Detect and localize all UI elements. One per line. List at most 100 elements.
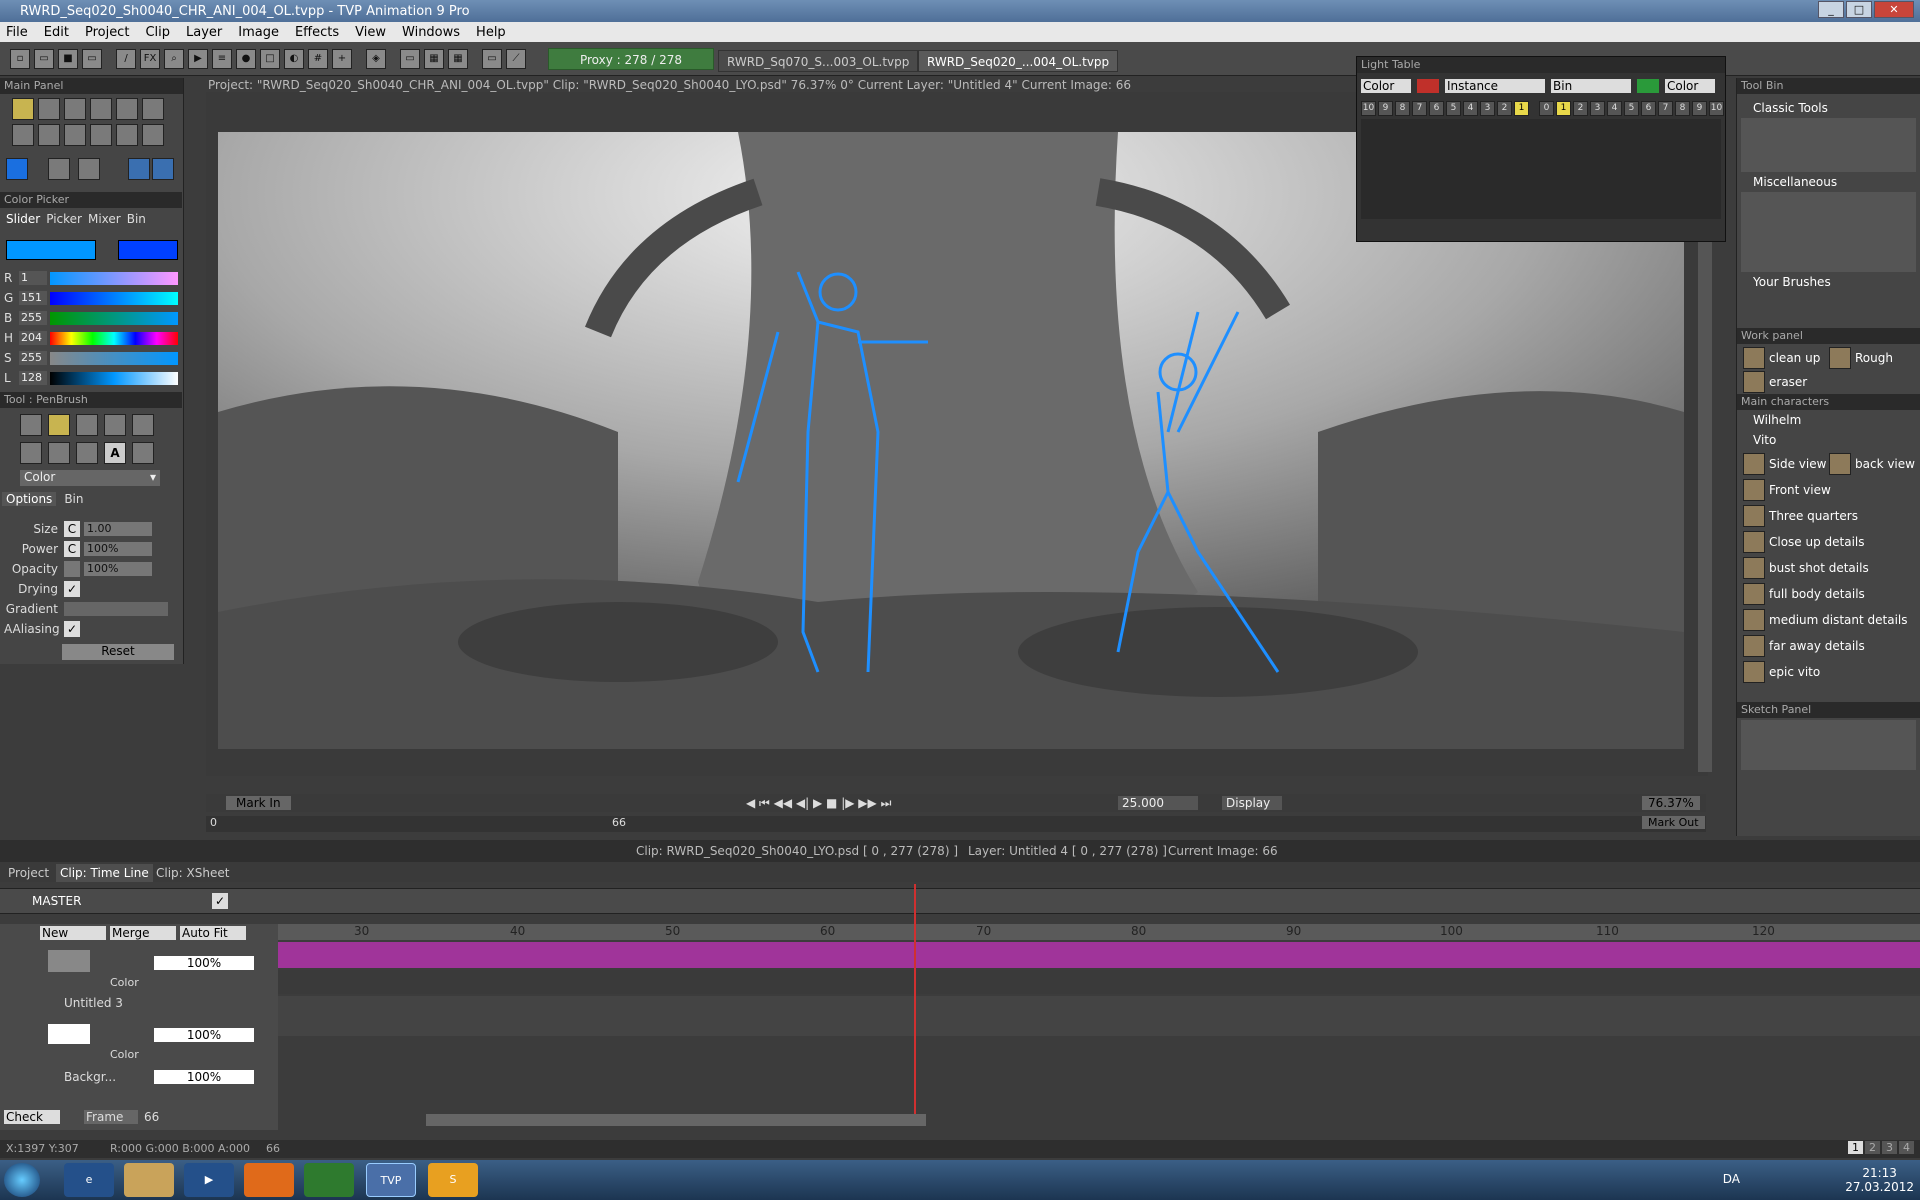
- slider-r[interactable]: R1: [4, 270, 178, 286]
- light-icon[interactable]: ◐: [284, 49, 304, 69]
- slider-s[interactable]: S 255: [4, 350, 178, 366]
- tab-document-2[interactable]: RWRD_Seq020_...004_OL.tvpp: [918, 50, 1119, 72]
- your-brushes-grid[interactable]: [1741, 292, 1916, 322]
- redo-icon[interactable]: [152, 158, 174, 180]
- zoom-value[interactable]: 76.37%: [1642, 796, 1700, 810]
- layer-track-3[interactable]: [278, 996, 1920, 1036]
- warp-icon[interactable]: [142, 124, 164, 146]
- tab-clip-timeline[interactable]: Clip: Time Line: [56, 864, 153, 882]
- tab-tool-bin[interactable]: Bin: [60, 492, 87, 506]
- view-quad-icon[interactable]: ▦: [448, 49, 468, 69]
- folder-icon[interactable]: ▭: [82, 49, 102, 69]
- grid-select-icon[interactable]: [38, 124, 60, 146]
- playback-controls[interactable]: ◀ ⏮ ◀◀ ◀| ▶ ■ |▶ ▶▶ ⏭: [746, 796, 891, 811]
- language-indicator[interactable]: DA: [1723, 1172, 1740, 1186]
- char-item-three-quarters[interactable]: Three quarters: [1743, 504, 1858, 528]
- work-item-clean-up[interactable]: clean up: [1743, 346, 1820, 370]
- work-item-rough[interactable]: Rough: [1829, 346, 1893, 370]
- tab-document-1[interactable]: RWRD_Sq070_S...003_OL.tvpp: [718, 50, 919, 72]
- playhead[interactable]: [914, 884, 916, 1114]
- guides-icon[interactable]: +: [332, 49, 352, 69]
- menu-help[interactable]: Help: [476, 25, 506, 40]
- proxy-indicator[interactable]: Proxy : 278 / 278: [548, 48, 714, 70]
- light-table-red-swatch[interactable]: [1417, 79, 1439, 93]
- frame-icon[interactable]: □: [260, 49, 280, 69]
- l-value[interactable]: 128: [19, 371, 47, 385]
- r-value[interactable]: 1: [19, 271, 47, 285]
- group-vito[interactable]: Vito: [1737, 430, 1920, 450]
- mark-out-button[interactable]: Mark Out: [1642, 816, 1705, 829]
- size-input[interactable]: 1.00: [84, 522, 152, 536]
- char-item-full-body[interactable]: full body details: [1743, 582, 1865, 606]
- monitor-icon[interactable]: ▭: [482, 49, 502, 69]
- tab-picker[interactable]: Picker: [46, 212, 82, 226]
- autofit-select[interactable]: Auto Fit: [180, 926, 246, 940]
- oil-brush-icon[interactable]: [20, 442, 42, 464]
- menu-effects[interactable]: Effects: [295, 25, 339, 40]
- color-wheel-icon[interactable]: ●: [236, 49, 256, 69]
- g-value[interactable]: 151: [19, 291, 47, 305]
- power-input[interactable]: 100%: [84, 542, 152, 556]
- save-icon[interactable]: ■: [58, 49, 78, 69]
- menu-windows[interactable]: Windows: [402, 25, 460, 40]
- menu-file[interactable]: File: [6, 25, 28, 40]
- layer-track-1[interactable]: [278, 942, 1920, 968]
- menu-view[interactable]: View: [355, 25, 386, 40]
- firefox-icon[interactable]: [244, 1163, 294, 1197]
- s-value[interactable]: 255: [19, 351, 47, 365]
- group-wilhelm[interactable]: Wilhelm: [1737, 410, 1920, 430]
- work-item-eraser[interactable]: eraser: [1743, 370, 1807, 394]
- undo-icon[interactable]: [128, 158, 150, 180]
- skull-icon[interactable]: [78, 158, 100, 180]
- tvp-icon[interactable]: TVP: [366, 1163, 416, 1197]
- light-table-opacity-grid[interactable]: [1361, 119, 1721, 219]
- layer-name-3[interactable]: Backgr...: [64, 1070, 116, 1084]
- ellipse-tool-icon[interactable]: [90, 98, 112, 120]
- skype-icon[interactable]: S: [428, 1163, 478, 1197]
- stack-icon[interactable]: ◈: [366, 49, 386, 69]
- layer-thumbnail[interactable]: [48, 950, 90, 972]
- start-icon[interactable]: [4, 1163, 40, 1197]
- char-item-side-view[interactable]: Side view: [1743, 452, 1826, 476]
- play-icon[interactable]: ▶: [188, 49, 208, 69]
- master-checkbox[interactable]: ✓: [212, 893, 228, 909]
- grid-icon[interactable]: #: [308, 49, 328, 69]
- char-item-close-up[interactable]: Close up details: [1743, 530, 1865, 554]
- layer-name-2[interactable]: Untitled 3: [64, 996, 123, 1010]
- color-swatch-icon[interactable]: [6, 158, 28, 180]
- layer-thumbnail-2[interactable]: [48, 1024, 90, 1044]
- char-item-epic-vito[interactable]: epic vito: [1743, 660, 1820, 684]
- miscellaneous-grid[interactable]: [1741, 192, 1916, 272]
- penbrush-icon[interactable]: [48, 414, 70, 436]
- minimize-button[interactable]: _: [1818, 1, 1844, 18]
- tab-bin[interactable]: Bin: [127, 212, 146, 226]
- light-table-bin-select[interactable]: Bin: [1551, 79, 1631, 93]
- selection-icon[interactable]: [132, 442, 154, 464]
- search-icon[interactable]: ⌕: [164, 49, 184, 69]
- tab-options[interactable]: Options: [2, 492, 57, 506]
- mode-select[interactable]: Color ▾: [20, 470, 160, 486]
- fill-tool-icon[interactable]: [142, 98, 164, 120]
- ie-icon[interactable]: e: [64, 1163, 114, 1197]
- spotify-icon[interactable]: [304, 1163, 354, 1197]
- b-value[interactable]: 255: [19, 311, 47, 325]
- layer-track-2[interactable]: [278, 970, 1920, 994]
- layer-opacity-2[interactable]: 100%: [154, 1028, 254, 1042]
- tab-project[interactable]: Project: [4, 864, 53, 882]
- tab-mixer[interactable]: Mixer: [88, 212, 121, 226]
- slider-l[interactable]: L 128: [4, 370, 178, 386]
- crayon-icon[interactable]: [48, 442, 70, 464]
- menu-clip[interactable]: Clip: [145, 25, 170, 40]
- h-value[interactable]: 204: [19, 331, 47, 345]
- menu-project[interactable]: Project: [85, 25, 129, 40]
- page-3-button[interactable]: 3: [1882, 1141, 1897, 1154]
- view-single-icon[interactable]: ▭: [400, 49, 420, 69]
- fps-select[interactable]: 25.000: [1118, 796, 1198, 810]
- tab-slider[interactable]: Slider: [6, 212, 40, 226]
- line-tool-icon[interactable]: [38, 98, 60, 120]
- timeline-scrollbar[interactable]: [426, 1114, 926, 1126]
- slider-g[interactable]: G 151: [4, 290, 178, 306]
- gradient-bar[interactable]: [64, 602, 168, 616]
- curve-tool-icon[interactable]: [116, 98, 138, 120]
- view-grid-icon[interactable]: ▦: [424, 49, 444, 69]
